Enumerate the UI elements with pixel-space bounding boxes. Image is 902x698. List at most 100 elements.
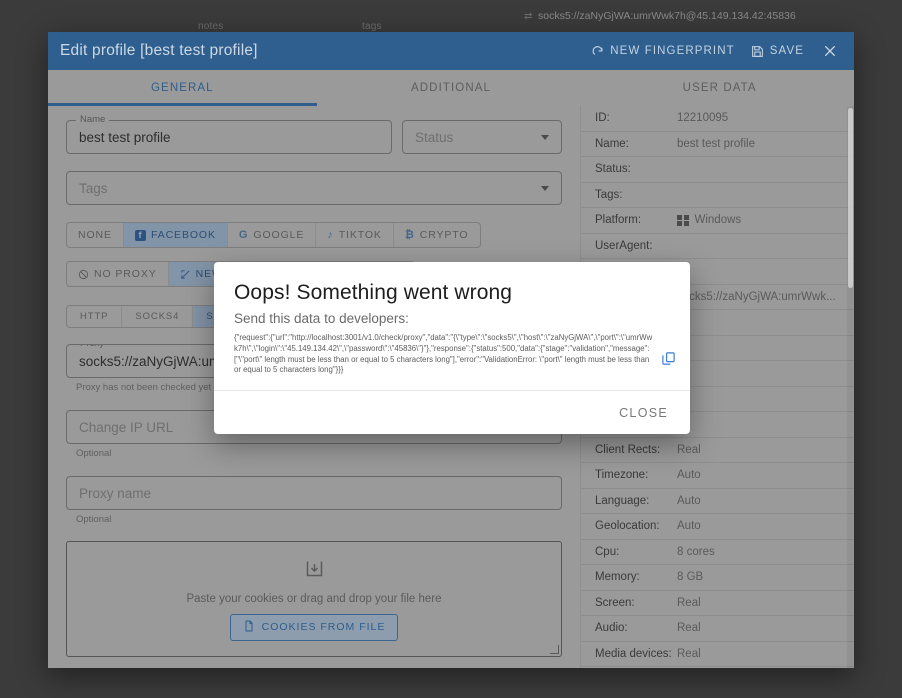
info-row-value: Auto [677,495,701,507]
info-row-key: Cpu: [595,546,677,558]
info-row-key: Screen: [595,597,677,609]
info-row: Timezone:Auto [581,463,854,489]
platform-preset-tiktok[interactable]: ♪ TIKTOK [316,223,394,247]
tab-bar: GENERAL ADDITIONAL USER DATA [48,70,854,106]
info-row: Geolocation:Auto [581,514,854,540]
error-dialog-actions: CLOSE [214,390,690,434]
info-row: Language:Auto [581,489,854,515]
info-row-key: UserAgent: [595,240,677,252]
proxy-mode-no-proxy-label: NO PROXY [94,268,157,280]
platform-google-label: GOOGLE [253,229,304,241]
download-tray-icon [304,558,325,584]
swap-arrows-icon: ⇄ [524,11,532,22]
file-icon [243,620,255,635]
proxy-type-http[interactable]: HTTP [67,306,122,327]
info-panel-scrollbar[interactable] [847,106,854,668]
info-row-value-text: Windows [695,214,742,226]
info-row-key: Tags: [595,189,677,201]
platform-tiktok-label: TIKTOK [339,229,382,241]
save-label: SAVE [770,45,804,57]
backdrop-tags-label: tags [362,21,382,32]
chevron-down-icon [541,186,549,191]
window-header: Edit profile [best test profile] NEW FIN… [48,32,854,70]
tab-general[interactable]: GENERAL [48,70,317,106]
cookies-from-file-label: COOKIES FROM FILE [262,621,386,633]
info-row: Media devices:Real [581,642,854,668]
tiktok-icon: ♪ [327,229,333,241]
info-row-key: Memory: [595,571,677,583]
platform-none-label: NONE [78,229,112,241]
refresh-icon [591,45,604,58]
proxy-type-socks4[interactable]: SOCKS4 [122,306,193,327]
info-row-key: Name: [595,138,677,150]
platform-preset-none[interactable]: NONE [67,223,124,247]
scrollbar-thumb[interactable] [848,108,853,288]
info-row: Platform: Windows [581,208,854,234]
info-row: ID:12210095 [581,106,854,132]
name-input[interactable]: Name best test profile [66,120,392,154]
info-row: Screen:Real [581,591,854,617]
info-row-value: 8 GB [677,571,703,583]
info-row-value: Auto [677,520,701,532]
copy-icon[interactable] [661,351,676,371]
platform-preset-facebook[interactable]: f FACEBOOK [124,223,228,247]
change-ip-url-helper: Optional [76,448,562,459]
info-row-value: socks5://zaNyGjWA:umrWwk... [677,291,836,303]
name-legend: Name [76,114,109,125]
info-row-key: Media devices: [595,648,677,660]
windows-logo-icon [677,215,689,227]
info-row-value: Windows [677,214,741,226]
tags-select[interactable]: Tags [66,171,562,205]
close-dialog-button[interactable]: CLOSE [619,406,668,420]
info-row-value: 8 cores [677,546,715,558]
close-window-button[interactable] [812,39,842,63]
backdrop-proxy-string: socks5://zaNyGjWA:umrWwk7h@45.149.134.42… [538,10,796,22]
info-row-key: ID: [595,112,677,124]
proxy-name-placeholder: Proxy name [79,486,151,501]
tab-additional[interactable]: ADDITIONAL [317,70,586,106]
bitcoin-icon: ₿ [405,229,415,241]
status-select[interactable]: Status [402,120,562,154]
info-row-value: 12210095 [677,112,728,124]
info-row-key: Timezone: [595,469,677,481]
close-icon [822,43,838,59]
info-row-key: Audio: [595,622,677,634]
info-row-value: Real [677,597,701,609]
platform-preset-google[interactable]: G GOOGLE [228,223,316,247]
resize-handle[interactable] [550,645,559,654]
tab-user-data[interactable]: USER DATA [585,70,854,106]
page-title: Edit profile [best test profile] [60,42,583,60]
info-row-value: Real [677,622,701,634]
proxy-legend: Proxy [76,344,108,349]
proxy-name-helper: Optional [76,514,562,525]
info-row: UserAgent: [581,234,854,260]
no-entry-icon [78,269,89,280]
info-row: Cpu:8 cores [581,540,854,566]
platform-preset-crypto[interactable]: ₿ CRYPTO [394,223,480,247]
info-row-key: Language: [595,495,677,507]
error-dialog-payload-row: {"request":{"url":"http://localhost:3001… [214,333,690,390]
save-button[interactable]: SAVE [743,41,812,62]
change-ip-url-placeholder: Change IP URL [79,420,173,435]
info-row: Memory:8 GB [581,565,854,591]
cookies-from-file-button[interactable]: COOKIES FROM FILE [230,614,399,641]
info-row: Tags: [581,183,854,209]
info-row-key: Platform: [595,214,677,226]
error-dialog-payload: {"request":{"url":"http://localhost:3001… [234,333,653,376]
google-icon: G [239,229,248,241]
edit-square-icon [180,269,191,280]
info-row: Name:best test profile [581,132,854,158]
new-fingerprint-button[interactable]: NEW FINGERPRINT [583,41,742,62]
info-row-value: Real [677,444,701,456]
info-row-key: Status: [595,163,677,175]
proxy-name-input[interactable]: Proxy name [66,476,562,510]
tags-placeholder: Tags [79,181,108,196]
cookies-dropzone[interactable]: Paste your cookies or drag and drop your… [66,541,562,657]
error-dialog: Oops! Something went wrong Send this dat… [214,262,690,434]
proxy-mode-no-proxy[interactable]: NO PROXY [67,262,169,286]
status-placeholder: Status [415,130,453,145]
cookies-dropzone-text: Paste your cookies or drag and drop your… [186,593,441,605]
info-row: Audio:Real [581,616,854,642]
platform-preset-group: NONE f FACEBOOK G GOOGLE ♪ TIKTOK [66,222,481,248]
floppy-disk-icon [751,45,764,58]
